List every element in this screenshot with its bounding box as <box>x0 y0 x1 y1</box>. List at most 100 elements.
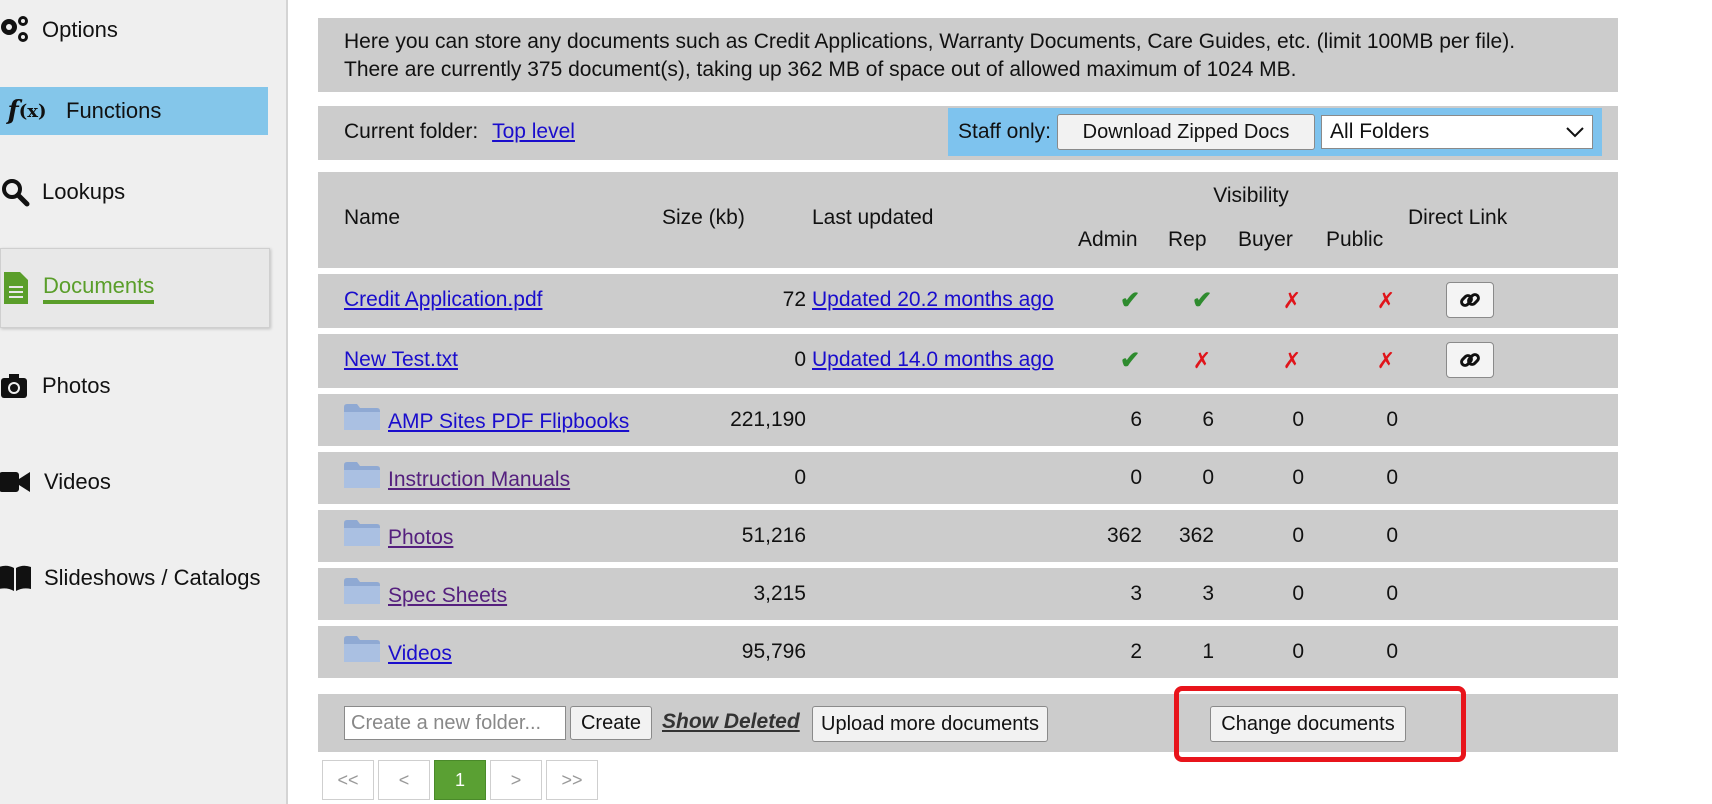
folder-link[interactable]: Spec Sheets <box>388 584 507 608</box>
direct-link-button[interactable] <box>1446 342 1494 378</box>
next-page-button[interactable]: > <box>490 760 542 800</box>
count-buyer: 0 <box>1292 640 1304 663</box>
count-buyer: 0 <box>1292 582 1304 605</box>
header-rep: Rep <box>1168 228 1207 251</box>
chevron-down-icon <box>1566 120 1584 144</box>
video-camera-icon <box>0 465 32 499</box>
function-icon: f (x) <box>7 96 47 126</box>
count-admin: 6 <box>1130 408 1142 431</box>
folder-size: 0 <box>794 466 806 489</box>
folder-size: 3,215 <box>753 582 806 605</box>
count-rep: 1 <box>1202 640 1214 663</box>
count-rep: 3 <box>1202 582 1214 605</box>
file-size: 72 <box>782 288 806 311</box>
count-admin: 2 <box>1130 640 1142 663</box>
table-row: Spec Sheets 3,215 3 3 0 0 <box>318 568 1618 620</box>
table-row: New Test.txt 0 Updated 14.0 months ago ✔… <box>318 334 1618 388</box>
table-row: Photos 51,216 362 362 0 0 <box>318 510 1618 562</box>
create-folder-button[interactable]: Create <box>570 706 652 740</box>
updated-link[interactable]: Updated 20.2 months ago <box>812 288 1054 312</box>
folder-icon <box>344 636 380 662</box>
count-buyer: 0 <box>1292 408 1304 431</box>
sidebar-item-label: Lookups <box>42 179 126 204</box>
header-name: Name <box>344 206 401 229</box>
visibility-admin: ✔ <box>1119 287 1141 314</box>
document-icon <box>0 271 33 305</box>
direct-link-button[interactable] <box>1446 282 1494 318</box>
table-row: AMP Sites PDF Flipbooks 221,190 6 6 0 0 <box>318 394 1618 446</box>
sidebar-item-options[interactable]: Options <box>0 6 268 54</box>
header-size: Size (kb) <box>662 206 745 229</box>
folder-icon <box>344 462 380 488</box>
change-documents-button[interactable]: Change documents <box>1210 706 1406 742</box>
info-box: Here you can store any documents such as… <box>318 18 1618 92</box>
visibility-buyer: ✗ <box>1282 348 1302 373</box>
folder-icon <box>344 578 380 604</box>
info-text-line1: Here you can store any documents such as… <box>344 30 1516 53</box>
first-page-button[interactable]: << <box>322 760 374 800</box>
sidebar-item-documents[interactable]: Documents <box>0 248 270 328</box>
count-admin: 0 <box>1130 466 1142 489</box>
sidebar-item-lookups[interactable]: Lookups <box>0 168 268 216</box>
folder-select-value: All Folders <box>1330 120 1430 143</box>
table-row: Videos 95,796 2 1 0 0 <box>318 626 1618 678</box>
sidebar-item-label: Videos <box>44 469 111 494</box>
show-deleted-link[interactable]: Show Deleted <box>662 710 800 734</box>
chain-link-icon <box>1460 353 1480 367</box>
gears-icon <box>0 13 32 47</box>
count-rep: 6 <box>1202 408 1214 431</box>
count-buyer: 0 <box>1292 466 1304 489</box>
info-text-line2: There are currently 375 document(s), tak… <box>344 58 1297 81</box>
upload-more-documents-button[interactable]: Upload more documents <box>812 706 1048 742</box>
prev-page-button[interactable]: < <box>378 760 430 800</box>
sidebar-item-slideshows[interactable]: Slideshows / Catalogs <box>0 554 268 602</box>
count-buyer: 0 <box>1292 524 1304 547</box>
visibility-public: ✗ <box>1376 288 1396 313</box>
folder-select[interactable]: All Folders <box>1321 115 1594 149</box>
file-size: 0 <box>794 348 806 371</box>
folder-bar: Current folder: Top level Staff only: Do… <box>318 106 1618 160</box>
count-rep: 0 <box>1202 466 1214 489</box>
folder-size: 221,190 <box>730 408 806 431</box>
header-admin: Admin <box>1078 228 1138 251</box>
count-admin: 3 <box>1130 582 1142 605</box>
folder-icon <box>344 404 380 430</box>
folder-link[interactable]: Photos <box>388 526 453 550</box>
sidebar-item-label: Photos <box>42 373 111 398</box>
staff-only-bar: Staff only: Download Zipped Docs All Fol… <box>948 108 1602 156</box>
file-link[interactable]: Credit Application.pdf <box>344 288 542 312</box>
visibility-public: ✗ <box>1376 348 1396 373</box>
folder-link[interactable]: Videos <box>388 642 452 666</box>
visibility-admin: ✔ <box>1119 347 1141 374</box>
file-link[interactable]: New Test.txt <box>344 348 458 372</box>
sidebar-item-label: Functions <box>66 98 162 123</box>
current-page-button[interactable]: 1 <box>434 760 486 800</box>
new-folder-input[interactable]: Create a new folder... <box>344 706 566 740</box>
count-public: 0 <box>1386 640 1398 663</box>
folder-size: 95,796 <box>741 640 806 663</box>
chain-link-icon <box>1460 293 1480 307</box>
staff-only-label: Staff only: <box>958 120 1052 143</box>
download-zipped-docs-button[interactable]: Download Zipped Docs <box>1057 114 1316 150</box>
header-direct-link: Direct Link <box>1408 206 1508 229</box>
sidebar-item-videos[interactable]: Videos <box>0 458 268 506</box>
updated-link[interactable]: Updated 14.0 months ago <box>812 348 1054 372</box>
camera-icon <box>0 369 32 403</box>
sidebar-item-functions[interactable]: f (x) Functions <box>0 87 268 135</box>
sidebar-item-photos[interactable]: Photos <box>0 362 268 410</box>
folder-link[interactable]: Instruction Manuals <box>388 468 570 492</box>
count-public: 0 <box>1386 408 1398 431</box>
folder-link[interactable]: AMP Sites PDF Flipbooks <box>388 410 629 434</box>
count-public: 0 <box>1386 466 1398 489</box>
last-page-button[interactable]: >> <box>546 760 598 800</box>
table-footer: Create a new folder... Create Show Delet… <box>318 694 1618 752</box>
folder-icon <box>344 520 380 546</box>
pagination: << < 1 > >> <box>322 760 598 800</box>
header-buyer: Buyer <box>1238 228 1293 251</box>
search-icon <box>0 175 32 209</box>
header-public: Public <box>1326 228 1384 251</box>
header-visibility: Visibility <box>1213 184 1289 207</box>
top-level-link[interactable]: Top level <box>492 120 575 143</box>
visibility-rep: ✔ <box>1191 287 1213 314</box>
current-folder: Current folder: Top level <box>344 120 575 144</box>
